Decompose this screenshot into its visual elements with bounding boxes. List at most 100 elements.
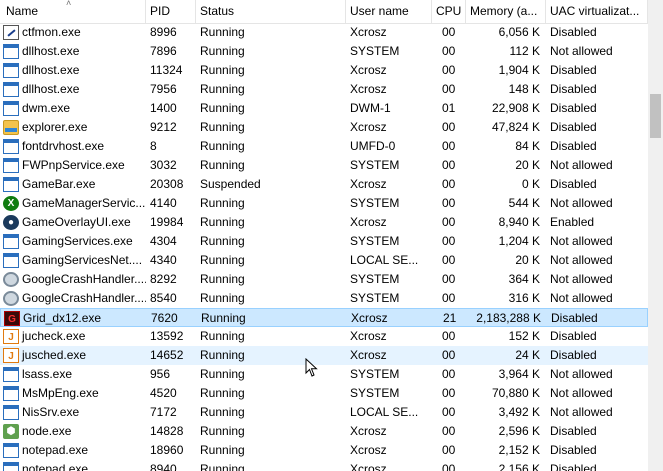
table-row[interactable]: X GameManagerServic... 4140 Running SYSTEM 00… (0, 194, 648, 213)
table-row[interactable]: MsMpEng.exe 4520 Running SYSTEM 00 70,880 K No… (0, 384, 648, 403)
table-row[interactable]: dllhost.exe 11324 Running Xcrosz 00 1,904 K Di… (0, 61, 648, 80)
cell-status: Running (200, 82, 245, 96)
table-row[interactable]: GoogleCrashHandler.... 8292 Running SYSTEM 0… (0, 270, 648, 289)
process-name: ctfmon.exe (22, 25, 81, 39)
cell-name: Jjucheck.exe (0, 327, 146, 346)
cell-name: fontdrvhost.exe (0, 137, 146, 156)
cell-name: GamingServices.exe (0, 232, 146, 251)
cell-memory: 2,596 K (498, 424, 540, 438)
process-name: dllhost.exe (22, 82, 80, 96)
cell-cpu: 21 (443, 311, 457, 325)
cell-memory: 84 K (515, 139, 540, 153)
cell-cpu: 00 (442, 44, 456, 58)
table-row[interactable]: fontdrvhost.exe 8 Running UMFD-0 00 84 K Disab… (0, 137, 648, 156)
cell-memory: 6,056 K (498, 25, 540, 39)
grid-game-icon: G (4, 311, 20, 326)
cell-status: Running (200, 272, 245, 286)
cell-cpu: 00 (442, 63, 456, 77)
cell-memory: 8,940 K (498, 215, 540, 229)
window-icon (3, 462, 19, 471)
table-row[interactable]: notepad.exe 18960 Running Xcrosz 00 2,152 K Di… (0, 441, 648, 460)
cell-cpu: 00 (442, 405, 456, 419)
table-row[interactable]: ⬢ node.exe 14828 Running Xcrosz 00 2,596 K Disa… (0, 422, 648, 441)
vertical-scrollbar[interactable] (648, 0, 663, 471)
table-row[interactable]: dllhost.exe 7956 Running Xcrosz 00 148 K Disab… (0, 80, 648, 99)
window-icon (3, 177, 19, 192)
cell-memory: 2,156 K (498, 462, 540, 471)
column-header-uac[interactable]: UAC virtualizat... (546, 0, 648, 23)
cell-status: Running (200, 291, 245, 305)
table-row[interactable]: notepad.exe 8940 Running Xcrosz 00 2,156 K Dis… (0, 460, 648, 471)
cell-pid: 14652 (150, 348, 184, 362)
cell-memory: 152 K (508, 329, 540, 343)
cell-user: Xcrosz (350, 25, 387, 39)
xbox-icon: X (3, 196, 19, 211)
table-row[interactable]: ctfmon.exe 8996 Running Xcrosz 00 6,056 K Disa… (0, 23, 648, 42)
process-name: GameBar.exe (22, 177, 96, 191)
cell-status: Running (200, 215, 245, 229)
cell-pid: 4340 (150, 253, 177, 267)
process-name: MsMpEng.exe (22, 386, 99, 400)
cell-status: Running (200, 63, 245, 77)
cell-name: ● GameOverlayUI.exe (0, 213, 146, 232)
column-header-cpu[interactable]: CPU (432, 0, 466, 23)
cell-name: notepad.exe (0, 441, 146, 460)
table-row[interactable]: ● GameOverlayUI.exe 19984 Running Xcrosz 00 8,… (0, 213, 648, 232)
cell-user: Xcrosz (350, 120, 387, 134)
column-header-status[interactable]: Status (196, 0, 346, 23)
cell-cpu: 00 (442, 25, 456, 39)
table-row[interactable]: FWPnpService.exe 3032 Running SYSTEM 00 20 K N… (0, 156, 648, 175)
cell-user: LOCAL SE... (350, 405, 419, 419)
cell-memory: 20 K (515, 158, 540, 172)
cell-uac: Disabled (550, 101, 597, 115)
cell-cpu: 00 (442, 196, 456, 210)
cell-uac: Enabled (550, 215, 595, 229)
table-row[interactable]: GameBar.exe 20308 Suspended Xcrosz 00 0 K Disa… (0, 175, 648, 194)
cell-cpu: 00 (442, 291, 456, 305)
process-list: Name PID Status User name CPU Memory (a... UAC… (0, 0, 648, 471)
cell-user: SYSTEM (350, 272, 400, 286)
cell-user: UMFD-0 (350, 139, 396, 153)
cell-pid: 19984 (150, 215, 184, 229)
table-row[interactable]: GamingServicesNet.... 4340 Running LOCAL SE… (0, 251, 648, 270)
cell-user: SYSTEM (350, 234, 400, 248)
cell-status: Running (200, 234, 245, 248)
cell-memory: 20 K (515, 253, 540, 267)
cell-cpu: 00 (442, 424, 456, 438)
gear-icon (3, 291, 19, 306)
cell-pid: 8996 (150, 25, 177, 39)
steam-icon: ● (3, 215, 19, 230)
column-header-user[interactable]: User name (346, 0, 432, 23)
cell-pid: 18960 (150, 443, 184, 457)
cell-name: ctfmon.exe (0, 23, 146, 42)
table-row[interactable]: GamingServices.exe 4304 Running SYSTEM 00 1,2… (0, 232, 648, 251)
cell-name: dllhost.exe (0, 61, 146, 80)
table-row[interactable]: GoogleCrashHandler.... 8540 Running SYSTEM 0… (0, 289, 648, 308)
table-row[interactable]: explorer.exe 9212 Running Xcrosz 00 47,824 K D… (0, 118, 648, 137)
cell-memory: 2,152 K (498, 443, 540, 457)
cell-pid: 4520 (150, 386, 177, 400)
scrollbar-thumb[interactable] (650, 94, 661, 138)
process-name: node.exe (22, 424, 72, 438)
table-row[interactable]: G Grid_dx12.exe 7620 Running Xcrosz 21 2,183,2… (0, 308, 648, 327)
column-header-memory[interactable]: Memory (a... (466, 0, 546, 23)
cell-status: Running (200, 158, 245, 172)
cell-pid: 7896 (150, 44, 177, 58)
table-row[interactable]: dwm.exe 1400 Running DWM-1 01 22,908 K Disable… (0, 99, 648, 118)
cell-pid: 13592 (150, 329, 184, 343)
cell-name: X GameManagerServic... (0, 194, 146, 213)
table-row[interactable]: NisSrv.exe 7172 Running LOCAL SE... 00 3,492 … (0, 403, 648, 422)
window-icon (3, 253, 19, 268)
table-row[interactable]: dllhost.exe 7896 Running SYSTEM 00 112 K Not a… (0, 42, 648, 61)
cell-user: SYSTEM (350, 44, 400, 58)
process-name: fontdrvhost.exe (22, 139, 105, 153)
process-name: FWPnpService.exe (22, 158, 125, 172)
column-header-pid[interactable]: PID (146, 0, 196, 23)
table-row[interactable]: Jjucheck.exe 13592 Running Xcrosz 00 152 K Dis… (0, 327, 648, 346)
cell-uac: Not allowed (550, 158, 613, 172)
cell-uac: Disabled (550, 63, 597, 77)
table-row[interactable]: lsass.exe 956 Running SYSTEM 00 3,964 K Not al… (0, 365, 648, 384)
table-row[interactable]: Jjusched.exe 14652 Running Xcrosz 00 24 K Disa… (0, 346, 648, 365)
window-icon (3, 443, 19, 458)
column-header-name[interactable]: Name (0, 0, 146, 23)
